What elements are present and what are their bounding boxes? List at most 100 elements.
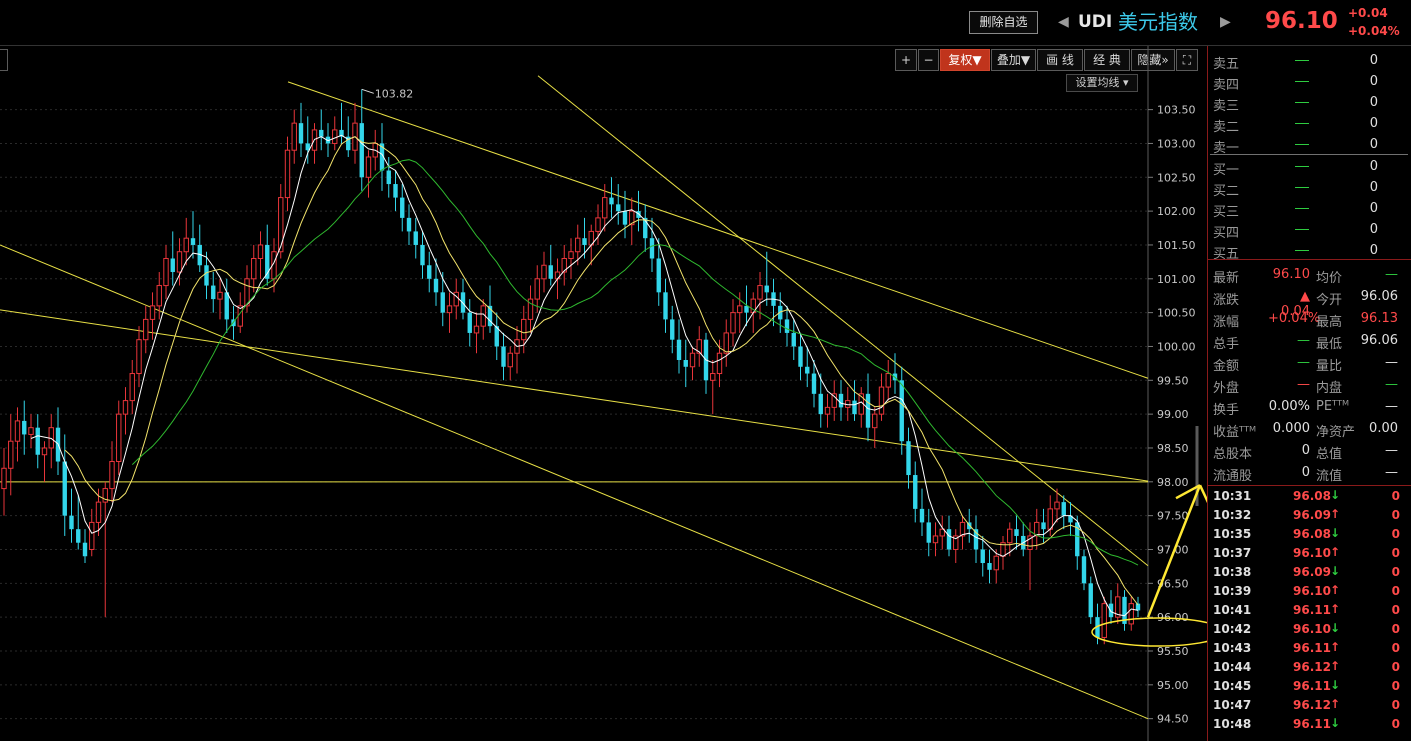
candle-body-down (906, 441, 911, 476)
quote-value: — (1385, 443, 1398, 458)
candle-body-down (919, 508, 925, 523)
last-price: 96.10 (1265, 8, 1338, 34)
candle-body-down (406, 217, 412, 232)
candle-body-up (251, 257, 257, 280)
quote-label: 流通股 (1213, 469, 1253, 484)
candle-body-down (420, 244, 425, 266)
candle-body-down (805, 366, 810, 374)
y-tick-label: 103.00 (1157, 137, 1196, 150)
candle-body-down (460, 292, 466, 313)
candle-body-down (683, 360, 688, 367)
tick-time: 10:37 (1213, 546, 1252, 560)
candle-body-up (8, 440, 14, 469)
candle-body-down (1088, 583, 1093, 618)
quote-label: 收益ᵀᵀᴹ (1213, 425, 1257, 440)
candle-body-up (116, 413, 122, 463)
kline-chart[interactable]: 103.50 103.00 102.50 102.00 101.50 101.00 100.… (0, 46, 1207, 741)
tick-time: 10:42 (1213, 622, 1252, 636)
bid-row: 买二 0 (1208, 177, 1408, 199)
candle-body-down (69, 515, 74, 530)
candle-body-up (534, 278, 540, 300)
y-tick-label: 103.50 (1157, 104, 1196, 117)
ask-row: 卖四 0 (1208, 71, 1408, 93)
quote-value: 0 (1301, 443, 1310, 458)
quote-value: — (1385, 377, 1398, 392)
tick-row: 10:35 96.08 ↓ 0 (1208, 525, 1411, 544)
candle-body-down (899, 380, 904, 442)
quote-value: — (1297, 377, 1310, 392)
tick-row: 10:41 96.11 ↑ 0 (1208, 601, 1411, 620)
candle-body-down (764, 285, 769, 293)
candle-body-up (521, 318, 527, 341)
quote-row: 涨幅 +0.04% 最高 96.13 (1208, 307, 1411, 330)
candle-body-down (987, 563, 992, 570)
tick-time: 10:38 (1213, 565, 1252, 579)
tick-volume: 0 (1391, 565, 1400, 579)
candle-body-down (224, 292, 229, 320)
candle-body-down (400, 197, 405, 218)
candle-body-up (473, 325, 480, 334)
arrow-up-icon: ↑ (1330, 545, 1341, 559)
bid-label: 买一 (1213, 163, 1240, 178)
ask-price-dash (1295, 144, 1309, 145)
quote-header: 删除自选 ◀ UDI 美元指数 ▶ 96.10 +0.04 +0.04% (0, 0, 1411, 46)
candle-body-up (507, 352, 513, 368)
candle-body-up (284, 149, 291, 199)
candle-body-down (35, 427, 40, 455)
candle-body-up (257, 244, 264, 259)
candle-body-up (332, 129, 338, 144)
bid-label: 买三 (1213, 205, 1240, 220)
candle-body-up (129, 373, 135, 402)
bid-row: 买四 0 (1208, 219, 1408, 241)
quote-label: 量比 (1316, 359, 1343, 374)
candle-body-up (1007, 528, 1013, 544)
candle-body-up (554, 271, 561, 280)
quote-row: 总股本 0 总值 — (1208, 439, 1411, 462)
arrow-up-icon: ↑ (1330, 602, 1341, 616)
candle-body-down (622, 211, 628, 225)
quote-value: 96.13 (1360, 311, 1398, 326)
quote-label: 总值 (1316, 447, 1343, 462)
candle-body-down (319, 129, 324, 137)
tick-volume: 0 (1391, 584, 1400, 598)
y-tick-label: 101.00 (1157, 273, 1196, 286)
quote-value: — (1297, 333, 1310, 348)
arrow-down-icon: ↓ (1330, 526, 1341, 540)
y-tick-label: 98.50 (1157, 442, 1189, 455)
quote-value: 96.10 (1272, 267, 1310, 282)
price-change: +0.04 (1348, 6, 1388, 20)
candle-body-down (298, 123, 304, 144)
tick-time: 10:39 (1213, 584, 1252, 598)
quote-value: — (1385, 355, 1398, 370)
arrow-down-icon: ↓ (1330, 621, 1341, 635)
bid-row: 买一 0 (1208, 156, 1408, 178)
candle-body-down (1014, 529, 1019, 536)
candle-body-down (82, 542, 88, 557)
bid-volume: 0 (1369, 159, 1378, 174)
candle-body-down (427, 265, 432, 279)
arrow-down-icon: ↓ (1330, 716, 1341, 730)
y-tick-label: 99.50 (1157, 374, 1189, 387)
trend-line (287, 81, 1149, 379)
candle-body-down (913, 475, 918, 509)
candle-body-up (446, 305, 453, 314)
tick-price: 96.11 (1293, 679, 1331, 693)
tick-price: 96.12 (1293, 660, 1331, 674)
delete-watchlist-button[interactable]: 删除自选 (969, 11, 1038, 34)
candle-body-down (811, 373, 817, 394)
panel-divider (1208, 259, 1411, 260)
candle-body-down (386, 170, 391, 185)
prev-symbol-icon[interactable]: ◀ (1058, 12, 1069, 32)
quote-label: 净资产 (1316, 425, 1356, 440)
candle-body-down (656, 258, 661, 293)
tick-price: 96.09 (1293, 508, 1331, 522)
quote-label: 换手 (1213, 403, 1240, 418)
quote-label: 涨幅 (1213, 315, 1240, 330)
candle-body-down (1041, 522, 1046, 530)
candle-body-up (1128, 603, 1134, 625)
quote-value: — (1385, 267, 1398, 282)
ask-volume: 0 (1369, 95, 1378, 110)
quote-value: 96.06 (1360, 289, 1398, 304)
tick-volume: 0 (1391, 679, 1400, 693)
next-symbol-icon[interactable]: ▶ (1220, 12, 1231, 32)
